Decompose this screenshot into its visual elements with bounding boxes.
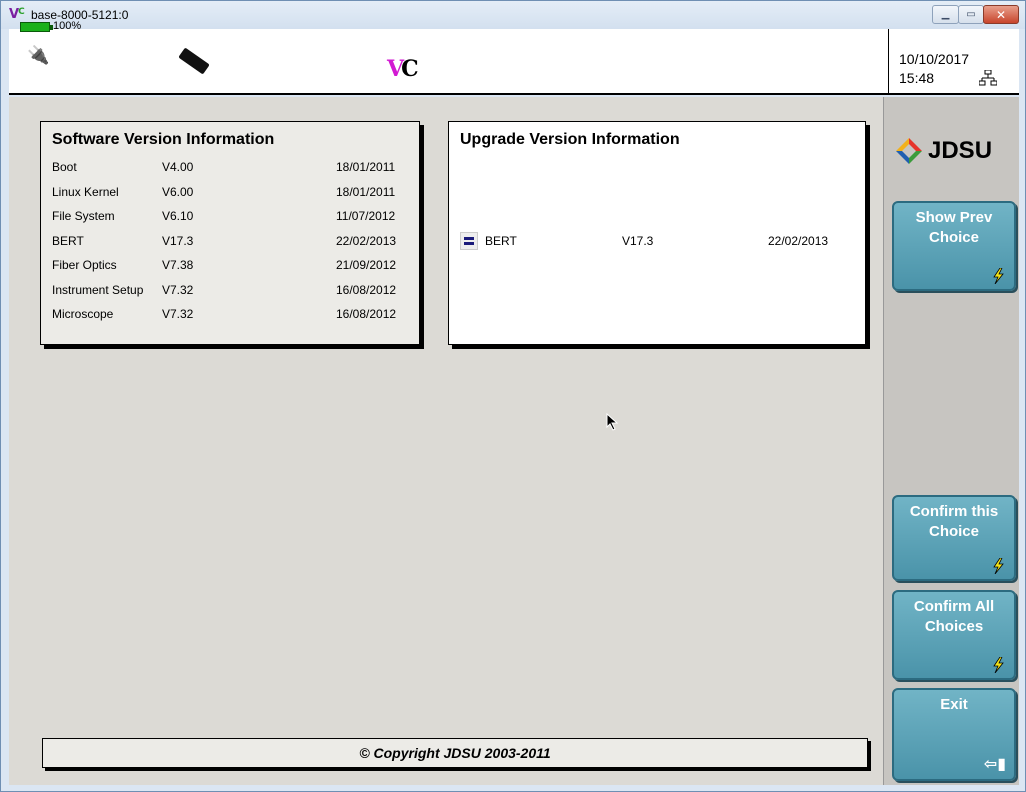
exit-door-icon: ⇦▮	[983, 754, 1006, 773]
component-version: V6.10	[162, 209, 194, 223]
component-name: Boot	[52, 160, 77, 174]
title-bar[interactable]: VC base-8000-5121:0 ▁ ▭ ✕	[1, 1, 1025, 29]
lightning-bolt-icon	[993, 268, 1004, 284]
menu-icon[interactable]	[460, 232, 478, 250]
confirm-this-choice-label: Confirm this Choice	[909, 503, 999, 540]
confirm-all-choices-label: Confirm All Choices	[913, 598, 995, 635]
component-name: Linux Kernel	[52, 184, 119, 199]
jdsu-logo-mark	[896, 138, 922, 164]
battery-percent: 100%	[53, 20, 82, 32]
status-bar	[9, 29, 1019, 95]
vnc-app-icon: VC	[9, 7, 25, 22]
mouse-cursor-icon	[606, 413, 619, 431]
exit-label: Exit	[940, 696, 968, 713]
app-icon-letter: V	[9, 7, 19, 22]
component-name: Microscope	[52, 307, 114, 321]
close-icon: ✕	[995, 7, 1007, 22]
upgrade-version: V17.3	[622, 234, 654, 248]
side-button-panel: JDSU Show Prev Choice Confirm this Choic…	[883, 97, 1019, 785]
main-content: Software Version Information Boot V4.00 18…	[9, 97, 883, 785]
show-prev-choice-button[interactable]: Show Prev Choice	[892, 201, 1016, 291]
status-divider	[888, 29, 889, 95]
lightning-bolt-icon	[993, 657, 1004, 673]
battery-icon	[20, 22, 53, 32]
software-version-row: Instrument Setup V7.32 16/08/2012	[52, 283, 412, 299]
component-version: V4.00	[162, 160, 194, 174]
software-version-row: File System V6.10 11/07/2012	[52, 209, 412, 225]
component-version: V7.32	[162, 282, 194, 297]
status-date: 10/10/2017	[899, 51, 970, 67]
maximize-icon: ▭	[966, 9, 976, 20]
copyright-bar: © Copyright JDSU 2003-2011	[42, 738, 868, 768]
software-version-row: BERT V17.3 22/02/2013	[52, 234, 412, 250]
component-date: 22/02/2013	[336, 233, 397, 248]
lightning-bolt-icon	[993, 558, 1004, 574]
software-version-row: Linux Kernel V6.00 18/01/2011	[52, 185, 412, 201]
maximize-button[interactable]: ▭	[958, 5, 984, 24]
software-version-row: Fiber Optics V7.38 21/09/2012	[52, 258, 412, 274]
component-version: V6.00	[162, 184, 194, 199]
component-version: V7.32	[162, 307, 194, 321]
network-icon	[979, 70, 997, 86]
confirm-all-choices-button[interactable]: Confirm All Choices	[892, 590, 1016, 680]
component-name: Fiber Optics	[52, 258, 117, 272]
software-version-panel: Software Version Information Boot V4.00 18…	[40, 121, 420, 345]
component-name: BERT	[52, 233, 84, 248]
component-version: V7.38	[162, 258, 194, 272]
application-window: VC base-8000-5121:0 ▁ ▭ ✕ 100% 🔌 VC 10/1…	[0, 0, 1026, 792]
component-version: V17.3	[162, 233, 194, 248]
component-date: 18/01/2011	[336, 184, 396, 199]
upgrade-panel-title: Upgrade Version Information	[460, 131, 680, 148]
component-name: File System	[52, 209, 115, 223]
software-version-row: Microscope V7.32 16/08/2012	[52, 307, 412, 323]
minimize-button[interactable]: ▁	[932, 5, 959, 24]
show-prev-choice-label: Show Prev Choice	[915, 209, 993, 246]
minimize-icon: ▁	[941, 9, 950, 20]
software-panel-title: Software Version Information	[52, 131, 275, 148]
status-time: 15:48	[899, 70, 935, 86]
component-date: 16/08/2012	[336, 307, 397, 321]
component-date: 21/09/2012	[336, 258, 397, 272]
jdsu-logo-text: JDSU	[928, 137, 993, 164]
software-version-row: Boot V4.00 18/01/2011	[52, 160, 412, 176]
component-date: 11/07/2012	[336, 209, 396, 223]
upgrade-name: BERT	[485, 234, 517, 248]
app-icon-superscript: C	[18, 7, 25, 17]
component-name: Instrument Setup	[52, 282, 144, 297]
vnc-logo: VC	[387, 56, 419, 82]
upgrade-date: 22/02/2013	[768, 234, 829, 248]
upgrade-row[interactable]: BERT V17.3 22/02/2013	[460, 232, 855, 250]
close-button[interactable]: ✕	[983, 5, 1019, 24]
component-date: 16/08/2012	[336, 282, 397, 297]
confirm-this-choice-button[interactable]: Confirm this Choice	[892, 495, 1016, 581]
power-plug-icon: 🔌	[27, 45, 50, 66]
component-date: 18/01/2011	[336, 160, 396, 174]
upgrade-version-panel: Upgrade Version Information BERT V17.3 2…	[448, 121, 866, 345]
exit-button[interactable]: Exit ⇦▮	[892, 688, 1016, 781]
